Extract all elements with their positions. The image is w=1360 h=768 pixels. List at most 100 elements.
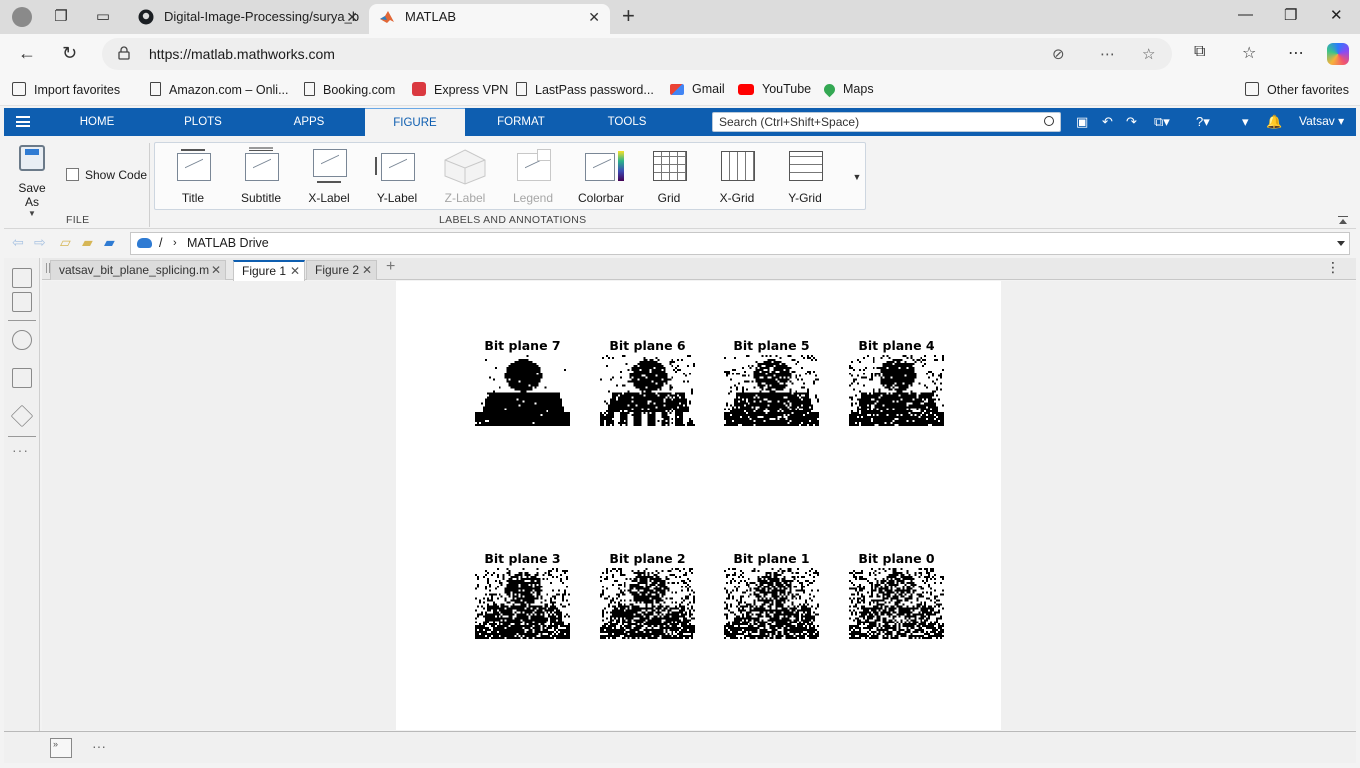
bit-plane-subplot[interactable]: Bit plane 5	[724, 338, 819, 426]
matlab-drive-icon[interactable]: ▰	[104, 235, 115, 249]
favorite-amazon[interactable]: Amazon.com – Onli...	[150, 82, 289, 97]
camera-off-icon[interactable]: ⊘	[1052, 45, 1065, 63]
tab-figure[interactable]: FIGURE	[365, 108, 465, 137]
url-text[interactable]: https://matlab.mathworks.com	[149, 46, 335, 62]
address-bar[interactable]: https://matlab.mathworks.com ⊘ ⋯ ☆	[102, 38, 1172, 70]
favorite-gmail[interactable]: Gmail	[670, 82, 725, 96]
minimize-icon[interactable]: —	[1238, 6, 1253, 23]
favorite-booking[interactable]: Booking.com	[304, 82, 395, 97]
favorite-maps[interactable]: Maps	[821, 81, 874, 98]
favorite-import[interactable]: Import favorites	[12, 82, 120, 97]
colorbar-button[interactable]: Colorbar	[567, 147, 635, 205]
path-root[interactable]: /	[159, 236, 162, 250]
matlab-search-input[interactable]: Search (Ctrl+Shift+Space)	[712, 112, 1061, 132]
tab-options-icon[interactable]: ⋮	[1326, 259, 1340, 276]
community-icon[interactable]: ▾	[1242, 114, 1249, 130]
user-menu[interactable]: Vatsav ▾	[1299, 114, 1344, 128]
up-folder-icon[interactable]: ▱	[60, 235, 71, 249]
bit-plane-subplot[interactable]: Bit plane 4	[849, 338, 944, 426]
bit-plane-subplot[interactable]: Bit plane 3	[475, 551, 570, 639]
tab-figure-1[interactable]: Figure 1 ✕	[233, 260, 305, 281]
notifications-icon[interactable]: 🔔	[1266, 114, 1282, 130]
bit-plane-subplot[interactable]: Bit plane 2	[600, 551, 695, 639]
more-panels-icon[interactable]: ···	[12, 442, 29, 458]
more-options-icon[interactable]: ···	[92, 738, 106, 754]
add-tab-icon[interactable]: +	[386, 258, 395, 276]
chevron-down-icon[interactable]: ▼	[10, 209, 54, 218]
bit-plane-subplot[interactable]: Bit plane 1	[724, 551, 819, 639]
xgrid-button[interactable]: X-Grid	[703, 147, 771, 205]
favorite-youtube[interactable]: YouTube	[738, 82, 811, 96]
search-files-icon[interactable]	[12, 330, 32, 350]
bit-plane-subplot[interactable]: Bit plane 7	[475, 338, 570, 426]
title-button[interactable]: Title	[159, 147, 227, 205]
profile-icon[interactable]	[12, 7, 32, 27]
undo-icon[interactable]: ↶	[1102, 114, 1113, 130]
close-window-icon[interactable]: ✕	[1330, 6, 1343, 24]
save-icon[interactable]: ▣	[1076, 114, 1088, 130]
save-as-button[interactable]: Save As ▼	[10, 145, 54, 218]
favorite-lastpass[interactable]: LastPass password...	[516, 82, 654, 97]
browser-tab-matlab[interactable]: MATLAB ✕	[369, 4, 610, 34]
favorite-star-icon[interactable]: ☆	[1142, 45, 1155, 63]
tab-tools[interactable]: TOOLS	[588, 108, 666, 136]
lock-icon[interactable]	[118, 46, 130, 60]
checkbox-box[interactable]	[66, 168, 79, 181]
menu-icon[interactable]	[16, 116, 30, 127]
redo-icon[interactable]: ↷	[1126, 114, 1137, 130]
tab-format[interactable]: FORMAT	[482, 108, 560, 136]
chevron-down-icon[interactable]	[1337, 241, 1345, 246]
help-icon[interactable]: ?▾	[1196, 114, 1210, 130]
subtitle-button[interactable]: Subtitle	[227, 147, 295, 205]
grid-button[interactable]: Grid	[635, 147, 703, 205]
ygrid-button[interactable]: Y-Grid	[771, 147, 839, 205]
show-code-checkbox[interactable]: Show Code	[66, 168, 147, 182]
tab-figure-2[interactable]: Figure 2 ✕	[306, 260, 377, 280]
restore-icon[interactable]: ❐	[1284, 6, 1297, 24]
command-window-icon[interactable]: »	[50, 738, 72, 758]
back-icon[interactable]: ←	[18, 43, 36, 64]
tab-plots[interactable]: PLOTS	[164, 108, 242, 136]
settings-more-icon[interactable]: ⋯	[1288, 43, 1304, 63]
copilot-icon[interactable]	[1327, 43, 1349, 65]
bit-plane-subplot[interactable]: Bit plane 0	[849, 551, 944, 639]
search-icon[interactable]	[1044, 116, 1054, 126]
files-panel-icon[interactable]	[12, 268, 32, 288]
document-tabs: vatsav_bit_plane_splicing.m ✕ Figure 1 ✕…	[42, 258, 1356, 281]
tab-actions-icon[interactable]: ▭	[94, 8, 112, 26]
forward-arrow-icon[interactable]: ⇨	[34, 235, 46, 249]
bit-plane-subplot[interactable]: Bit plane 6	[600, 338, 695, 426]
xlabel-button[interactable]: X-Label	[295, 147, 363, 205]
add-ons-icon[interactable]	[10, 404, 34, 428]
figure-canvas[interactable]: Bit plane 7 Bit plane 6 Bit plane 5 Bit pla…	[396, 281, 1001, 730]
browse-folder-icon[interactable]: ▰	[82, 235, 93, 249]
zlabel-button[interactable]: Z-Label	[431, 147, 499, 205]
extensions-icon[interactable]: ⧉	[1194, 43, 1205, 61]
history-panel-icon[interactable]	[12, 368, 32, 388]
ylabel-button[interactable]: Y-Label	[363, 147, 431, 205]
close-icon[interactable]: ✕	[362, 261, 372, 280]
collections-icon[interactable]: ❐	[52, 8, 70, 26]
path-input[interactable]: / › MATLAB Drive	[130, 232, 1350, 255]
tab-apps[interactable]: APPS	[270, 108, 348, 136]
collapse-ribbon-icon[interactable]	[1338, 216, 1348, 226]
other-favorites[interactable]: Other favorites	[1245, 82, 1349, 97]
close-tab-icon[interactable]: ✕	[346, 4, 358, 30]
close-icon[interactable]: ✕	[211, 261, 221, 280]
tab-home[interactable]: HOME	[58, 108, 136, 136]
gallery-expand-button[interactable]: ▼	[850, 145, 864, 209]
new-tab-button[interactable]: +	[622, 5, 635, 27]
more-tools-icon[interactable]: ⋯	[1100, 45, 1115, 63]
legend-button[interactable]: Legend	[499, 147, 567, 205]
workspace-panel-icon[interactable]	[12, 292, 32, 312]
browser-tab-github[interactable]: Digital-Image-Processing/surya_b ✕	[128, 4, 368, 34]
close-icon[interactable]: ✕	[290, 262, 300, 281]
path-folder[interactable]: MATLAB Drive	[187, 236, 269, 250]
back-arrow-icon[interactable]: ⇦	[12, 235, 24, 249]
tab-editor-file[interactable]: vatsav_bit_plane_splicing.m ✕	[50, 260, 226, 280]
close-tab-icon[interactable]: ✕	[588, 4, 600, 30]
layout-icon[interactable]: ⧉▾	[1154, 114, 1170, 130]
favorite-expressvpn[interactable]: Express VPN	[412, 82, 508, 97]
refresh-icon[interactable]: ↻	[62, 43, 77, 64]
favorites-icon[interactable]: ☆	[1242, 43, 1256, 63]
